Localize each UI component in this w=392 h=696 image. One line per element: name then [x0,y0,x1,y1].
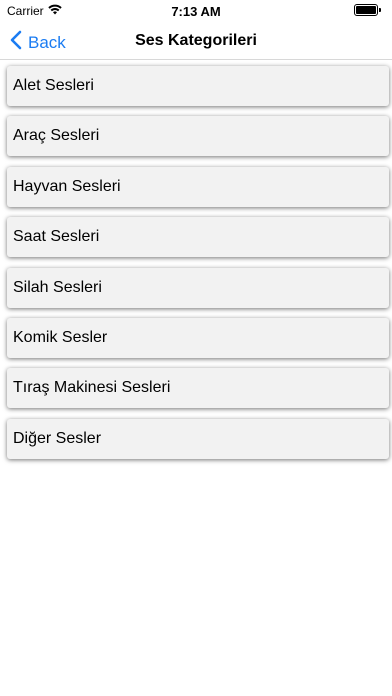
category-list: Alet Sesleri Araç Sesleri Hayvan Sesleri… [7,66,389,469]
list-item-label: Tıraş Makinesi Sesleri [13,379,171,397]
list-item-label: Alet Sesleri [13,77,94,94]
list-item-label: Komik Sesler [13,328,108,346]
list-item-diger[interactable]: Diğer Sesler [7,418,389,459]
list-item-alet[interactable]: Alet Sesleri [7,66,389,106]
page-title: Ses Kategorileri [135,32,257,49]
navigation-bar: Back Ses Kategorileri [0,22,392,60]
list-item-tiras[interactable]: Tıraş Makinesi Sesleri [7,368,389,409]
list-item-hayvan[interactable]: Hayvan Sesleri [7,166,389,207]
list-item-saat[interactable]: Saat Sesleri [7,217,389,258]
list-item-label: Diğer Sesler [13,429,102,447]
list-item-label: Saat Sesleri [13,228,100,246]
list-item-label: Hayvan Sesleri [13,177,121,195]
battery-icon [354,4,381,16]
list-item-arac[interactable]: Araç Sesleri [7,116,389,157]
status-time: 7:13 AM [171,4,221,19]
status-bar: Carrier 7:13 AM [0,0,392,22]
list-item-label: Araç Sesleri [13,127,100,145]
list-item-silah[interactable]: Silah Sesleri [7,267,389,308]
list-item-label: Silah Sesleri [13,278,102,296]
list-item-komik[interactable]: Komik Sesler [7,317,389,358]
battery-level [356,6,376,14]
